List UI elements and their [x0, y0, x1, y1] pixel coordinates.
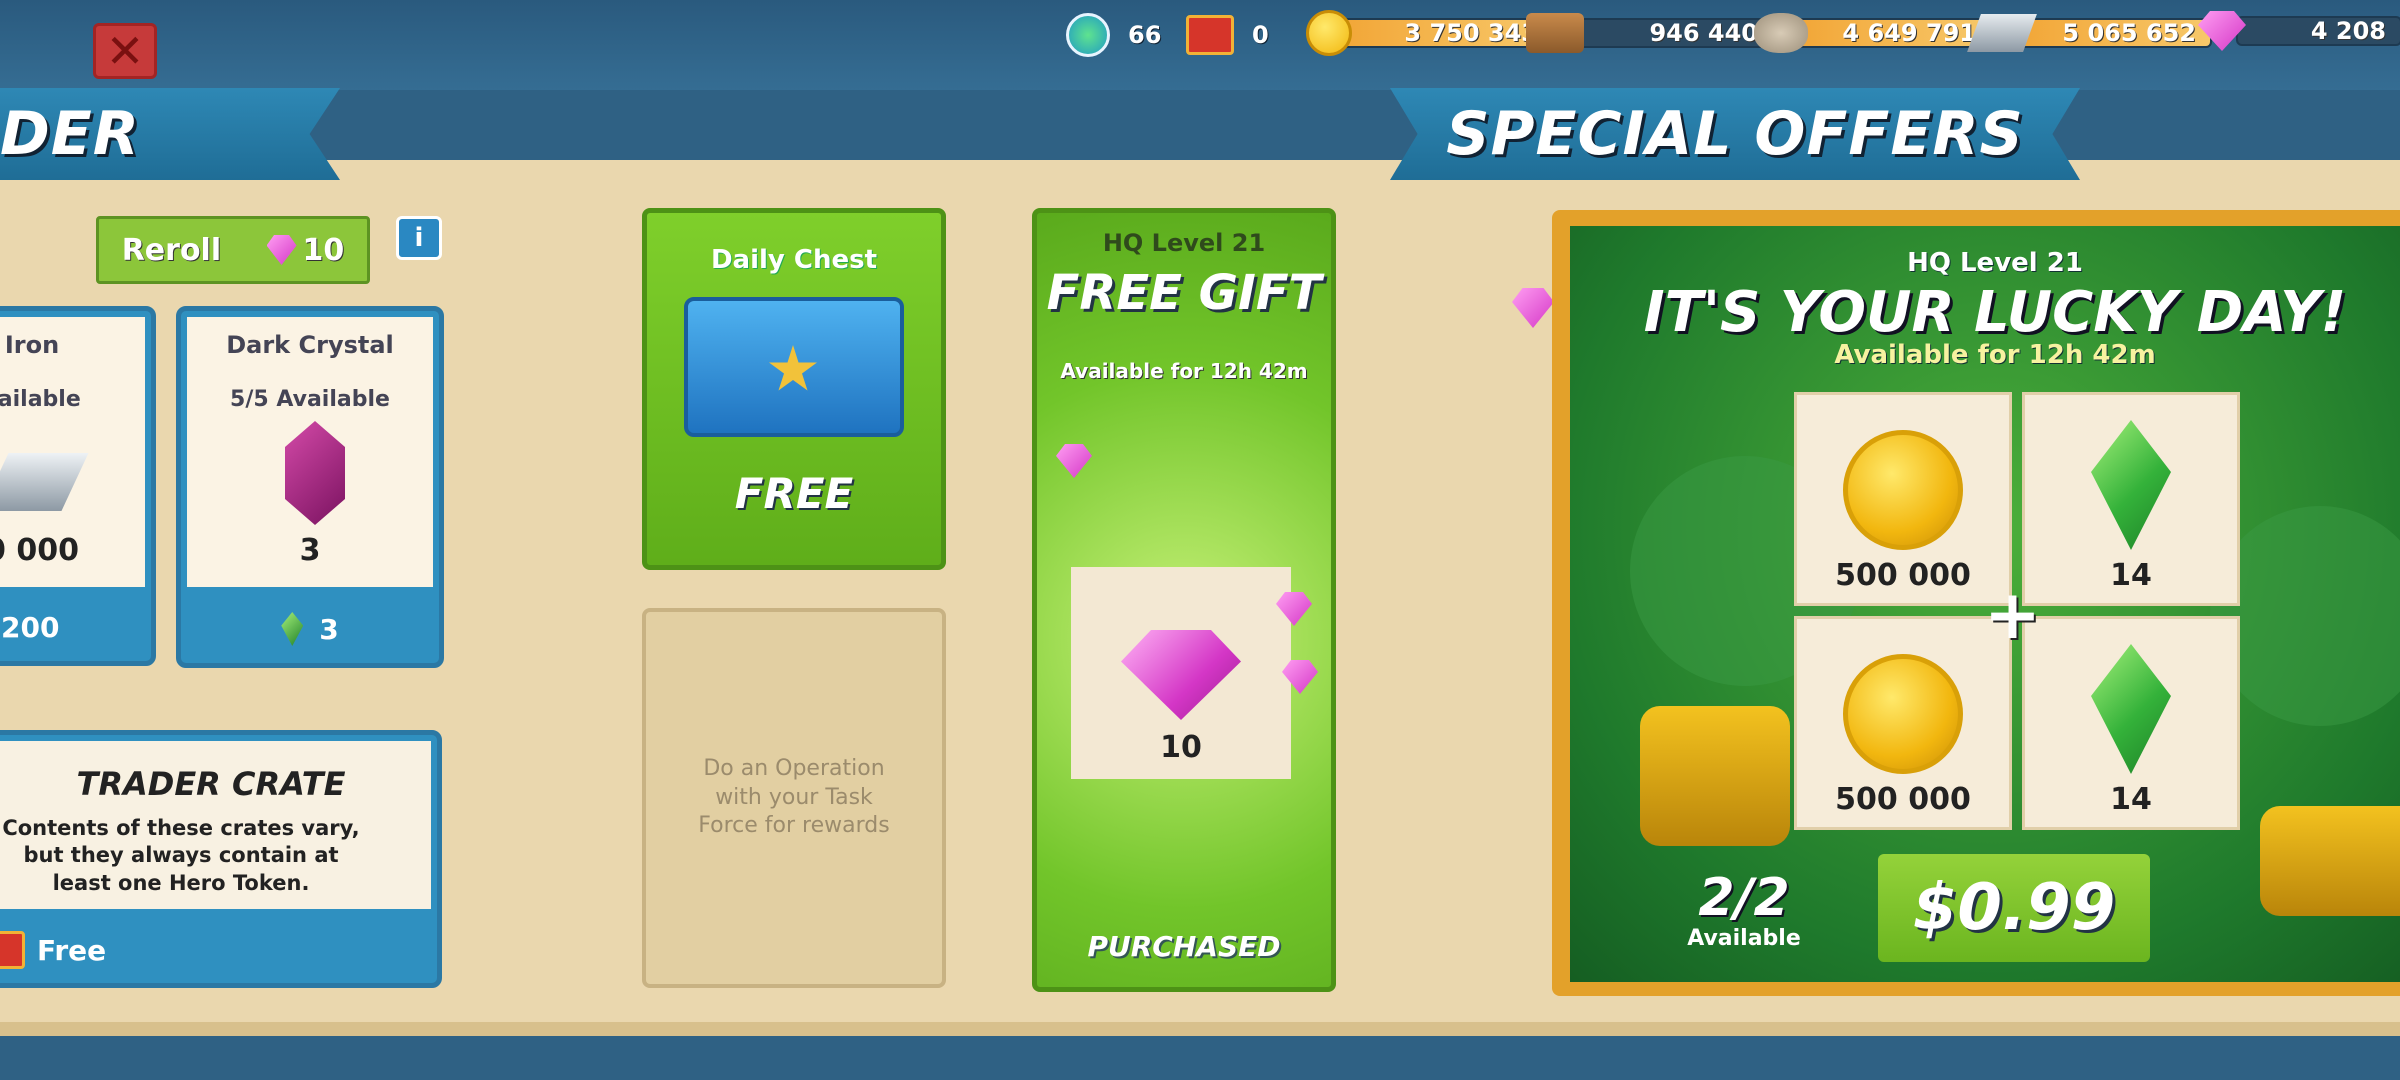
free-gift-status: PURCHASED	[1087, 930, 1281, 963]
item-cost-group: 3	[181, 595, 439, 663]
free-gift-availability: Available for 12h 42m	[1060, 359, 1308, 383]
green-gem-icon	[2091, 420, 2171, 550]
free-gift-amount: 10	[1160, 730, 1202, 765]
trader-banner: DER	[0, 88, 340, 180]
item-availability: 5/5 Available	[230, 387, 390, 412]
crate-price-group: Free	[0, 931, 106, 969]
diamond-icon	[266, 235, 297, 265]
gold-coin-icon	[1843, 654, 1963, 774]
gold-coin-icon	[1843, 430, 1963, 550]
task-force-text: Do an Operation with your Task Force for…	[698, 756, 890, 839]
iron-amount: 5 065 652	[2016, 18, 2212, 48]
coin-stack-icon	[1640, 706, 1790, 846]
resource-wood[interactable]: 946 440	[1526, 13, 1774, 53]
resource-diamonds[interactable]: 4 208	[2198, 11, 2400, 51]
trader-item-iron[interactable]: Iron Available 0 000 200	[0, 306, 156, 666]
info-icon: i	[414, 223, 424, 253]
reroll-cost-group: 10	[266, 232, 345, 268]
free-gift-title: FREE GIFT	[1046, 265, 1322, 321]
wood-amount: 946 440	[1570, 18, 1774, 48]
green-gem-icon	[281, 612, 304, 646]
reroll-label: Reroll	[121, 232, 222, 268]
chest-icon	[684, 297, 904, 437]
offer-count-label: Available	[1687, 926, 1801, 951]
crate-title: TRADER CRATE	[76, 765, 346, 803]
crate-token-icon	[0, 931, 25, 969]
offer-item-amount: 14	[2110, 782, 2152, 817]
item-amount: 0 000	[0, 533, 79, 568]
offer-availability: Available for 12h 42m	[1834, 340, 2156, 370]
resource-gold[interactable]: 3 750 343	[1306, 10, 1554, 56]
offer-item-gems: 14	[2022, 392, 2240, 606]
offer-hq: HQ Level 21	[1907, 248, 2083, 278]
item-title: Dark Crystal	[226, 331, 394, 359]
trader-item-dark-crystal[interactable]: Dark Crystal 5/5 Available 3 3	[176, 306, 444, 668]
crate-description: Contents of these crates vary, but they …	[2, 816, 360, 895]
task-force-slot: Do an Operation with your Task Force for…	[642, 608, 946, 988]
resource-iron[interactable]: 5 065 652	[1967, 14, 2212, 52]
gold-coin-icon	[1306, 10, 1352, 56]
green-gem-icon	[2091, 644, 2171, 774]
resource-crate-tokens[interactable]: 0	[1186, 15, 1269, 55]
item-title: Iron	[4, 331, 60, 359]
reroll-button[interactable]: Reroll 10	[96, 216, 370, 284]
gold-amount: 3 750 343	[1338, 18, 1554, 48]
item-cost: 3	[319, 612, 339, 646]
offer-title: IT'S YOUR LUCKY DAY!	[1643, 280, 2347, 345]
offer-item-amount: 500 000	[1835, 782, 1971, 817]
free-gift-hq: HQ Level 21	[1102, 229, 1266, 257]
offer-item-amount: 500 000	[1835, 558, 1971, 593]
offer-item-gems: 14	[2022, 616, 2240, 830]
item-cost: 200	[1, 610, 60, 644]
daily-chest-price: FREE	[734, 469, 854, 518]
hero-token-icon	[1066, 13, 1110, 57]
diamond-amount: 4 208	[2236, 16, 2400, 46]
stone-amount: 4 649 791	[1794, 18, 1992, 48]
offer-item-coins: 500 000	[1794, 392, 2012, 606]
item-amount: 3	[299, 533, 321, 568]
bottom-bar	[0, 1036, 2400, 1080]
daily-chest-title: Daily Chest	[710, 245, 878, 275]
daily-chest-card[interactable]: Daily Chest FREE	[642, 208, 946, 570]
coin-stack-icon	[2260, 806, 2400, 916]
floor-edge	[0, 1022, 2400, 1036]
item-availability: Available	[0, 387, 81, 412]
resource-stone[interactable]: 4 649 791	[1754, 13, 1992, 53]
free-gift-reward: 10	[1071, 567, 1291, 779]
offer-item-amount: 14	[2110, 558, 2152, 593]
trader-crate-card[interactable]: TRADER CRATE Contents of these crates va…	[0, 730, 442, 988]
offer-item-coins: 500 000	[1794, 616, 2012, 830]
close-button[interactable]: ✕	[93, 23, 157, 79]
resource-hero-tokens[interactable]: 66	[1066, 13, 1162, 57]
offer-price-button[interactable]: $0.99	[1878, 854, 2150, 962]
special-offers-banner: SPECIAL OFFERS	[1390, 88, 2080, 180]
info-button[interactable]: i	[396, 216, 442, 260]
crate-price: Free	[37, 933, 107, 967]
crate-token-icon	[1186, 15, 1234, 55]
crate-token-count: 0	[1252, 21, 1269, 49]
diamond-pile-icon	[1121, 630, 1241, 720]
hero-token-count: 66	[1128, 21, 1162, 49]
reroll-cost: 10	[302, 232, 345, 268]
plus-icon: +	[1984, 576, 2041, 655]
stone-icon	[1754, 13, 1808, 53]
close-icon: ✕	[105, 24, 145, 78]
offer-count: 2/2	[1698, 868, 1790, 928]
wood-icon	[1526, 13, 1584, 53]
